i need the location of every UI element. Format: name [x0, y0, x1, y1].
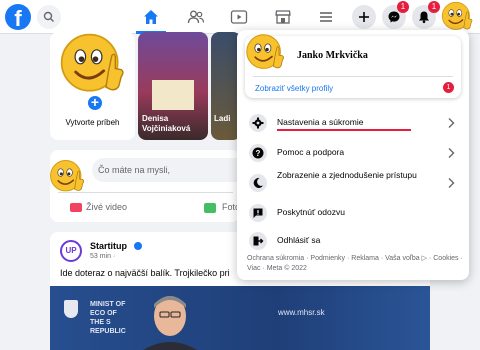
menu-item-label: Poskytnúť odozvu: [277, 207, 345, 217]
profiles-badge: 1: [443, 82, 454, 93]
post-image-text: MINIST OF ECO OF THE S REPUBLIC: [90, 301, 126, 335]
facebook-logo[interactable]: f: [5, 4, 31, 30]
person-photo: [143, 296, 197, 350]
post-image[interactable]: MINIST OF ECO OF THE S REPUBLIC www.mhsr…: [50, 286, 430, 350]
post-author-name[interactable]: Startitup: [90, 241, 127, 251]
menu-item-display-accessibility[interactable]: Zobrazenie a zjednodušenie prístupu: [245, 168, 461, 198]
account-menu-dropdown: Janko Mrkvička Zobraziť všetky profily 1…: [237, 30, 469, 280]
story-poster-image: [152, 80, 194, 110]
menu-item-label: Nastavenia a súkromie: [277, 117, 364, 127]
profile-emoji-stories: [60, 33, 124, 92]
messenger-badge: 1: [397, 1, 409, 13]
friends-icon: [187, 10, 205, 24]
bell-icon: [419, 11, 429, 24]
plus-icon: [359, 12, 369, 22]
story-author-name: Ladi: [214, 114, 231, 123]
menu-item-give-feedback[interactable]: Poskytnúť odozvu: [245, 200, 461, 226]
profile-name[interactable]: Janko Mrkvička: [297, 50, 368, 61]
gear-icon: [249, 114, 267, 132]
create-button[interactable]: [352, 5, 376, 29]
svg-text:?: ?: [256, 149, 261, 158]
hamburger-icon: [320, 12, 332, 22]
nav-watch[interactable]: [225, 5, 253, 29]
post-image-website: www.mhsr.sk: [278, 308, 325, 317]
search-icon: [43, 11, 54, 22]
notifications-badge: 1: [428, 1, 440, 13]
nav-friends[interactable]: [182, 5, 210, 29]
menu-item-log-out[interactable]: Odhlásiť sa: [245, 228, 461, 254]
marketplace-icon: [275, 10, 291, 24]
menu-item-label: Zobrazenie a zjednodušenie prístupu: [277, 170, 417, 180]
account-avatar-emoji[interactable]: [440, 0, 474, 34]
menu-item-label: Odhlásiť sa: [277, 235, 321, 245]
menu-item-settings-privacy[interactable]: Nastavenia a súkromie: [245, 110, 461, 136]
story-card-denisa[interactable]: Denisa Vojčiniaková: [138, 32, 208, 140]
menu-profile-emoji: [246, 34, 284, 69]
post-timestamp[interactable]: 53 min ·: [90, 253, 115, 260]
feedback-icon: [249, 204, 267, 222]
menu-item-label: Pomoc a podpora: [277, 147, 345, 157]
search-button[interactable]: [37, 5, 61, 29]
live-video-button[interactable]: Živé video: [86, 202, 127, 212]
verified-badge-icon: [134, 242, 142, 250]
home-icon: [144, 10, 158, 24]
top-navigation-bar: f 1 1: [0, 0, 480, 34]
moon-icon: [249, 174, 267, 192]
menu-item-help-support[interactable]: ? Pomoc a podpora: [245, 140, 461, 166]
help-icon: ?: [249, 144, 267, 162]
logout-icon: [249, 232, 267, 250]
chevron-right-icon: [448, 148, 455, 158]
chevron-right-icon: [448, 178, 455, 188]
story-author-name: Denisa Vojčiniaková: [142, 114, 191, 133]
live-video-icon: [70, 203, 82, 212]
post-author-avatar[interactable]: UP: [60, 240, 82, 262]
video-icon: [230, 10, 248, 24]
nav-home[interactable]: [137, 5, 165, 29]
ministry-crest-icon: [64, 300, 78, 318]
see-all-profiles-link[interactable]: Zobraziť všetky profily: [255, 84, 333, 93]
nav-menu[interactable]: [312, 5, 340, 29]
red-annotation-underline: [277, 129, 411, 131]
nav-marketplace[interactable]: [269, 5, 297, 29]
chevron-right-icon: [448, 118, 455, 128]
create-story-label: Vytvorte príbeh: [65, 118, 120, 127]
photo-icon: [204, 203, 216, 213]
profile-card-divider: [253, 76, 453, 77]
menu-footer-links[interactable]: Ochrana súkromia · Podmienky · Reklama ·…: [247, 254, 463, 274]
composer-avatar-emoji: [50, 160, 85, 192]
